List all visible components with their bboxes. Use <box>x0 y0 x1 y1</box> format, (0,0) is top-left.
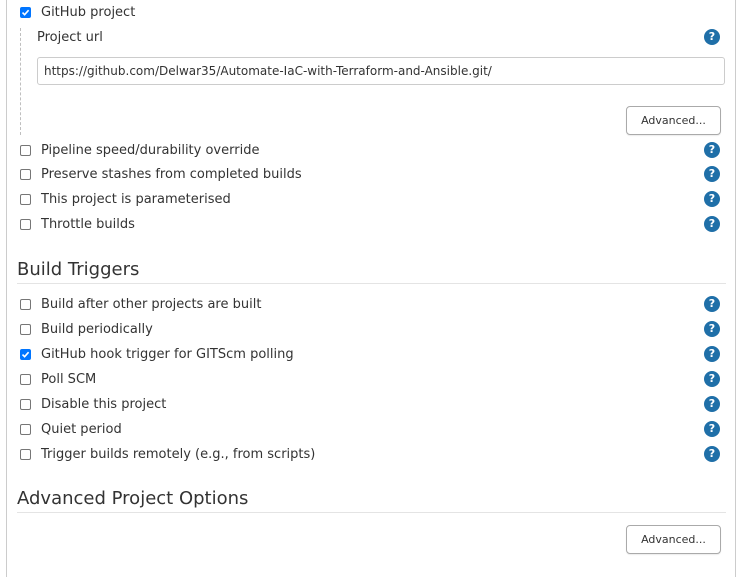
build-after-checkbox[interactable] <box>20 299 31 310</box>
help-icon[interactable]: ? <box>704 321 720 337</box>
throttle-builds-label: Throttle builds <box>41 217 135 232</box>
disable-project-checkbox[interactable] <box>20 399 31 410</box>
poll-scm-label: Poll SCM <box>41 372 97 387</box>
github-project-checkbox[interactable] <box>20 7 31 18</box>
help-icon[interactable]: ? <box>704 216 720 232</box>
panel-right-border <box>735 0 736 577</box>
quiet-period-label: Quiet period <box>41 422 122 437</box>
help-icon[interactable]: ? <box>704 191 720 207</box>
help-icon[interactable]: ? <box>704 396 720 412</box>
trigger-remotely-label: Trigger builds remotely (e.g., from scri… <box>41 447 316 462</box>
parameterised-label: This project is parameterised <box>41 192 231 207</box>
build-after-label: Build after other projects are built <box>41 297 262 312</box>
poll-scm-checkbox[interactable] <box>20 374 31 385</box>
quiet-period-checkbox[interactable] <box>20 424 31 435</box>
disable-project-label: Disable this project <box>41 397 167 412</box>
github-hook-checkbox[interactable] <box>20 349 31 360</box>
pipeline-speed-label: Pipeline speed/durability override <box>41 143 260 158</box>
help-icon[interactable]: ? <box>704 166 720 182</box>
throttle-builds-checkbox[interactable] <box>20 219 31 230</box>
help-icon[interactable]: ? <box>704 371 720 387</box>
parameterised-checkbox[interactable] <box>20 194 31 205</box>
checkmark-icon <box>21 9 30 16</box>
pipeline-speed-checkbox[interactable] <box>20 145 31 156</box>
help-icon[interactable]: ? <box>704 421 720 437</box>
help-icon[interactable]: ? <box>704 142 720 158</box>
panel-left-border <box>6 0 7 577</box>
help-icon[interactable]: ? <box>704 29 720 45</box>
help-icon[interactable]: ? <box>704 296 720 312</box>
help-icon[interactable]: ? <box>704 446 720 462</box>
checkmark-icon <box>21 351 30 358</box>
preserve-stashes-checkbox[interactable] <box>20 169 31 180</box>
nested-options-guide <box>20 28 21 135</box>
trigger-remotely-checkbox[interactable] <box>20 449 31 460</box>
help-icon[interactable]: ? <box>704 346 720 362</box>
github-hook-label: GitHub hook trigger for GITScm polling <box>41 347 294 362</box>
build-triggers-title: Build Triggers <box>17 259 140 280</box>
project-url-input[interactable] <box>37 57 725 85</box>
advanced-options-button[interactable]: Advanced... <box>626 525 721 554</box>
build-periodically-checkbox[interactable] <box>20 324 31 335</box>
build-periodically-label: Build periodically <box>41 322 153 337</box>
section-divider <box>17 512 726 513</box>
project-url-label: Project url <box>37 30 103 45</box>
preserve-stashes-label: Preserve stashes from completed builds <box>41 167 302 182</box>
section-divider <box>17 283 726 284</box>
github-project-label: GitHub project <box>41 5 136 20</box>
github-advanced-button[interactable]: Advanced... <box>626 106 721 135</box>
advanced-project-options-title: Advanced Project Options <box>17 488 249 509</box>
